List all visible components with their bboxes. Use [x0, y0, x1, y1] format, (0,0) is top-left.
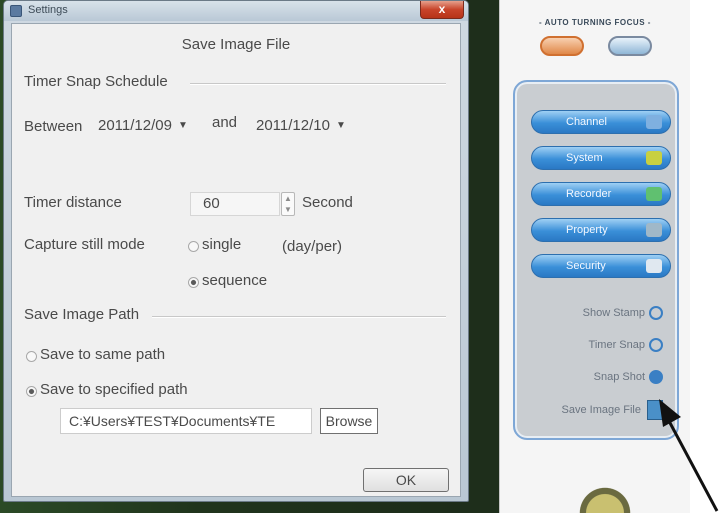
- dropdown-arrow-icon: ▼: [177, 120, 188, 132]
- channel-button-label: Channel: [566, 116, 607, 128]
- security-icon: [646, 259, 662, 273]
- save-specified-path-radio[interactable]: [26, 386, 37, 397]
- clock-icon: [649, 306, 663, 321]
- channel-button[interactable]: Channel: [531, 110, 671, 134]
- timer-distance-input[interactable]: 60: [190, 192, 280, 216]
- mode-single-label: single: [202, 236, 242, 253]
- system-button-label: System: [566, 152, 603, 164]
- timer-snap-button[interactable]: Timer Snap: [589, 336, 663, 354]
- system-button[interactable]: System: [531, 146, 671, 170]
- auto-turning-focus-label: - AUTO TURNING FOCUS -: [539, 18, 651, 27]
- show-stamp-label: Show Stamp: [582, 307, 645, 319]
- recorder-button[interactable]: Recorder: [531, 182, 671, 206]
- bottom-dial[interactable]: [560, 470, 650, 513]
- save-image-file-button[interactable]: Save Image File: [561, 400, 663, 420]
- timer-distance-label: Timer distance: [24, 194, 122, 211]
- timer-schedule-section-label: Timer Snap Schedule: [24, 73, 168, 90]
- timer-snap-label: Timer Snap: [588, 339, 645, 351]
- and-label: and: [212, 114, 238, 131]
- section-divider: [190, 83, 446, 85]
- system-icon: [646, 151, 662, 165]
- window-icon: [10, 5, 22, 17]
- timer-icon: [649, 338, 663, 353]
- end-date-dropdown[interactable]: 2011/12/10 ▼: [256, 115, 346, 137]
- menu-panel: Channel System Recorder Property Securit…: [513, 80, 679, 440]
- focus-near-button[interactable]: [540, 36, 584, 56]
- close-button[interactable]: x: [420, 1, 464, 19]
- dropdown-arrow-icon: ▼: [335, 120, 346, 132]
- channel-icon: [646, 115, 662, 129]
- mode-single-hint: (day/per): [282, 238, 343, 255]
- security-button[interactable]: Security: [531, 254, 671, 278]
- save-specified-path-label: Save to specified path: [40, 381, 188, 398]
- snap-shot-button[interactable]: Snap Shot: [594, 368, 663, 386]
- between-label: Between: [24, 118, 83, 135]
- mode-sequence-radio[interactable]: [188, 277, 199, 288]
- dialog-titlebar[interactable]: Settings x: [4, 1, 468, 21]
- security-button-label: Security: [566, 260, 606, 272]
- start-date-value: 2011/12/09: [98, 117, 172, 134]
- snap-shot-label: Snap Shot: [593, 371, 645, 383]
- annotation-arrow-icon: [659, 399, 719, 512]
- property-button-label: Property: [566, 224, 608, 236]
- settings-dialog: Settings x Save Image File Timer Snap Sc…: [3, 0, 469, 502]
- ok-button[interactable]: OK: [363, 468, 449, 492]
- property-button[interactable]: Property: [531, 218, 671, 242]
- distance-unit-label: Second: [302, 194, 353, 211]
- capture-mode-label: Capture still mode: [24, 236, 145, 253]
- property-icon: [646, 223, 662, 237]
- camera-icon: [649, 370, 663, 385]
- focus-far-button[interactable]: [608, 36, 652, 56]
- save-path-input[interactable]: C:¥Users¥TEST¥Documents¥TE: [60, 408, 312, 434]
- dialog-title: Settings: [28, 4, 68, 16]
- save-path-section-label: Save Image Path: [24, 306, 140, 323]
- start-date-dropdown[interactable]: 2011/12/09 ▼: [98, 115, 188, 137]
- mode-sequence-label: sequence: [202, 272, 268, 289]
- recorder-icon: [646, 187, 662, 201]
- save-same-path-label: Save to same path: [40, 346, 166, 363]
- end-date-value: 2011/12/10: [256, 117, 330, 134]
- show-stamp-button[interactable]: Show Stamp: [583, 304, 663, 322]
- browse-button[interactable]: Browse: [320, 408, 378, 434]
- mode-single-radio[interactable]: [188, 241, 199, 252]
- save-same-path-radio[interactable]: [26, 351, 37, 362]
- dialog-body: Save Image File Timer Snap Schedule Betw…: [11, 23, 461, 497]
- section-divider: [152, 316, 446, 318]
- dialog-heading: Save Image File: [181, 36, 291, 53]
- timer-distance-spinner[interactable]: ▲ ▼: [281, 192, 295, 216]
- save-image-file-label: Save Image File: [561, 403, 641, 416]
- recorder-button-label: Recorder: [566, 188, 612, 200]
